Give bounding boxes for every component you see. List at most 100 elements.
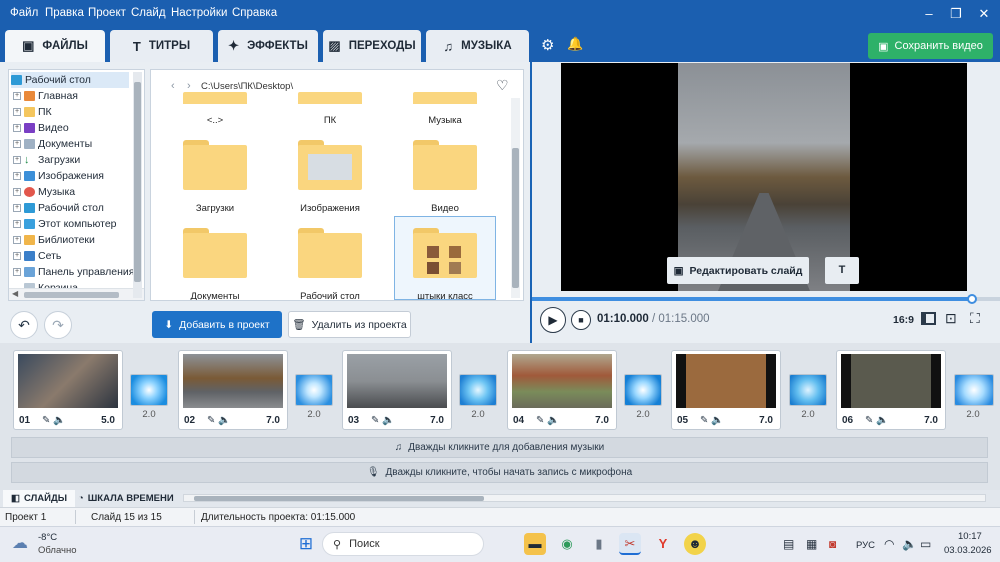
undo-button[interactable]: ↶ [10,311,38,339]
browser-vscrollbar[interactable] [511,98,520,298]
expand-icon[interactable]: + [13,252,21,260]
menu-project[interactable]: Проект [88,7,126,19]
slide-card[interactable]: 05 ✎ 🔈 7.0 [671,350,781,430]
usb-device-icon[interactable]: ▮ [588,533,610,555]
edit-pencil-icon[interactable]: ✎ [700,415,708,426]
clock-time[interactable]: 10:17 [958,531,982,542]
tree-item-pc[interactable]: + ПК [13,104,52,120]
expand-icon[interactable]: + [13,188,21,196]
edit-pencil-icon[interactable]: ✎ [42,415,50,426]
expand-icon[interactable]: + [13,172,21,180]
redo-button[interactable]: ↷ [44,311,72,339]
tray-app-icon[interactable]: ▦ [806,537,817,551]
fullscreen-icon[interactable]: ⛶ [970,310,980,327]
tree-item-network[interactable]: + Сеть [13,248,61,264]
file-browser[interactable]: ‹ › C:\Users\ПК\Desktop\ ♡ <..> ПК Музык… [150,69,524,301]
wifi-icon[interactable]: ◠ [884,537,894,551]
edit-pencil-icon[interactable]: ✎ [371,415,379,426]
folder-tree[interactable]: Рабочий стол + Главная + ПК + Видео + Докуме… [8,69,145,301]
scroll-left-icon[interactable]: ◀ [12,289,18,298]
weather-cloud-icon[interactable]: ☁ [12,533,28,553]
folder-downloads[interactable] [183,140,247,190]
menu-help[interactable]: Справка [232,7,277,19]
tree-item-downloads[interactable]: + ↓ Загрузки [13,152,80,168]
tree-vscrollbar[interactable] [133,72,142,298]
tab-slides[interactable]: ◧ СЛАЙДЫ [3,490,76,507]
save-video-button[interactable]: ▣ Сохранить видео [868,33,993,59]
remove-from-project-button[interactable]: 🗑 Удалить из проекта [288,311,411,338]
playback-progress-bar[interactable] [532,297,972,301]
volume-icon[interactable]: 🔈 [53,415,65,426]
slide-card[interactable]: 02 ✎ 🔈 7.0 [178,350,288,430]
volume-icon[interactable]: 🔈 [876,415,888,426]
transition-thumbnail[interactable] [624,374,662,406]
battery-icon[interactable]: ▭ [920,537,931,551]
edit-slide-button[interactable]: ▣ Редактировать слайд [667,257,809,284]
volume-icon[interactable]: 🔈 [711,415,723,426]
microphone-track[interactable]: 🎙 Дважды кликните, чтобы начать запись с … [11,462,988,483]
speaker-icon[interactable]: 🔈 [902,537,917,551]
weather-temp[interactable]: -8°C [38,532,57,543]
minimize-icon[interactable]: – [917,4,941,24]
edit-pencil-icon[interactable]: ✎ [536,415,544,426]
slide-card[interactable]: 03 ✎ 🔈 7.0 [342,350,452,430]
windows-start-icon[interactable]: ⊞ [295,533,317,555]
music-track[interactable]: ♫ Дважды кликните для добавления музыки [11,437,988,458]
tree-item-libraries[interactable]: + Библиотеки [13,232,95,248]
volume-icon[interactable]: 🔈 [218,415,230,426]
edit-pencil-icon[interactable]: ✎ [207,415,215,426]
slideshow-app-icon[interactable]: ✂ [619,533,641,555]
tab-files[interactable]: ▣ ФАЙЛЫ [5,30,105,62]
folder-video[interactable] [413,140,477,190]
transition-thumbnail[interactable] [789,374,827,406]
forward-arrow-icon[interactable]: › [187,80,191,92]
slide-card[interactable]: 04 ✎ 🔈 7.0 [507,350,617,430]
aspect-frame-icon[interactable] [921,312,936,325]
tree-item-music[interactable]: + Музыка [13,184,75,200]
tree-item-desktop-root[interactable]: Рабочий стол [11,72,129,88]
folder-shtyki-klass[interactable] [413,228,477,278]
expand-icon[interactable]: + [13,268,21,276]
back-arrow-icon[interactable]: ‹ [171,80,175,92]
add-to-project-button[interactable]: ⬇ Добавить в проект [152,311,282,338]
folder-pc[interactable] [298,92,362,104]
tree-item-home[interactable]: + Главная [13,88,78,104]
maximize-icon[interactable]: ❐ [944,4,968,24]
browser-vscroll-thumb[interactable] [512,148,519,288]
tab-effects[interactable]: ✦ ЭФФЕКТЫ [218,30,318,62]
slide-card[interactable]: 01 ✎ 🔈 5.0 [13,350,123,430]
tab-music[interactable]: ♫ МУЗЫКА [426,30,529,62]
menu-settings[interactable]: Настройки [171,7,227,19]
folder-documents[interactable] [183,228,247,278]
tab-transitions[interactable]: ▨ ПЕРЕХОДЫ [323,30,421,62]
expand-icon[interactable]: + [13,204,21,212]
expand-icon[interactable]: + [13,236,21,244]
edit-pencil-icon[interactable]: ✎ [865,415,873,426]
tree-hscrollbar[interactable]: ◀ ▶ [9,288,144,300]
menu-slide[interactable]: Слайд [131,7,166,19]
taskbar-search[interactable]: ⚲ Поиск [322,532,484,556]
stop-button[interactable]: ■ [571,310,591,330]
slide-card[interactable]: 06 ✎ 🔈 7.0 [836,350,946,430]
language-indicator[interactable]: РУС [856,540,875,551]
clock-date[interactable]: 03.03.2026 [944,545,992,556]
expand-icon[interactable]: + [13,140,21,148]
folder-up[interactable] [183,92,247,104]
snapshot-icon[interactable]: ⊡ [945,310,957,327]
add-text-button[interactable]: T [825,257,859,284]
timeline-hscroll-thumb[interactable] [194,496,484,501]
tree-hscroll-thumb[interactable] [24,292,119,298]
tree-item-documents[interactable]: + Документы [13,136,92,152]
timeline-hscrollbar[interactable] [183,494,986,502]
playback-progress-knob[interactable] [967,294,977,304]
folder-images[interactable] [298,140,362,190]
volume-icon[interactable]: 🔈 [382,415,394,426]
tree-item-control-panel[interactable]: + Панель управления [13,264,134,280]
expand-icon[interactable]: + [13,124,21,132]
tab-titles[interactable]: T ТИТРЫ [110,30,213,62]
tree-item-video[interactable]: + Видео [13,120,69,136]
play-button[interactable]: ▶ [540,307,566,333]
notification-bell-icon[interactable]: 🔔 [567,36,583,52]
transition-thumbnail[interactable] [459,374,497,406]
folder-music[interactable] [413,92,477,104]
